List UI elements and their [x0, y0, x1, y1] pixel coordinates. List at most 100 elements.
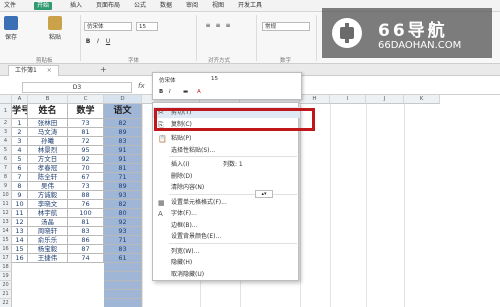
table-cell[interactable]: 吴伟	[28, 182, 68, 191]
table-cell[interactable]: 李晓文	[28, 200, 68, 209]
row-header[interactable]: 18	[0, 263, 12, 272]
table-cell[interactable]: 方诚毅	[28, 191, 68, 200]
table-cell[interactable]: 82	[104, 119, 142, 128]
table-cell[interactable]: 88	[68, 191, 104, 200]
table-cell[interactable]: 15	[12, 245, 28, 254]
menu-item[interactable]: 边框(B)...	[153, 220, 300, 231]
table-cell[interactable]: 马文涛	[28, 128, 68, 137]
table-cell[interactable]: 11	[12, 209, 28, 218]
column-header-H[interactable]: H	[300, 95, 330, 104]
column-header-C[interactable]: C	[68, 95, 104, 104]
column-header-A[interactable]: A	[12, 95, 28, 104]
column-header-I[interactable]: I	[330, 95, 366, 104]
table-cell[interactable]: 71	[104, 236, 142, 245]
tab-page-layout[interactable]: 页面布局	[96, 2, 120, 10]
mini-font-color-icon[interactable]: A	[197, 89, 201, 95]
table-cell[interactable]: 95	[68, 146, 104, 155]
menu-item[interactable]: 📋 粘贴(P)	[153, 133, 300, 144]
save-button[interactable]: 保存	[4, 16, 18, 41]
close-icon[interactable]: ×	[47, 67, 52, 74]
menu-item[interactable]: ▦ 设置单元格格式(F)...	[153, 197, 300, 208]
table-cell[interactable]: 72	[68, 137, 104, 146]
table-cell[interactable]: 杨宝毅	[28, 245, 68, 254]
menu-item[interactable]: 设置背景颜色(E)...	[153, 231, 300, 242]
header-cell-student-id[interactable]: 学号	[12, 104, 28, 119]
bold-button[interactable]: B	[84, 38, 92, 46]
row-header[interactable]: 9	[0, 182, 12, 191]
table-cell[interactable]: 10	[12, 200, 28, 209]
table-cell[interactable]: 91	[104, 146, 142, 155]
mini-italic-button[interactable]: I	[169, 89, 171, 95]
font-size-select[interactable]: 15	[136, 22, 158, 31]
table-cell[interactable]: 4	[12, 146, 28, 155]
table-cell[interactable]: 6	[12, 164, 28, 173]
mini-font-size[interactable]: 15	[211, 76, 218, 82]
mini-bold-button[interactable]: B	[159, 89, 163, 95]
table-cell[interactable]: 73	[68, 182, 104, 191]
column-count-stepper[interactable]: ▴▾	[255, 190, 273, 198]
row-header[interactable]: 19	[0, 272, 12, 281]
menu-item[interactable]: 取消隐藏(U)	[153, 269, 300, 280]
table-cell[interactable]: 3	[12, 137, 28, 146]
table-cell[interactable]: 5	[12, 155, 28, 164]
table-cell[interactable]: 81	[104, 164, 142, 173]
table-cell[interactable]: 61	[104, 254, 142, 263]
header-cell-name[interactable]: 姓名	[28, 104, 68, 119]
table-cell[interactable]: 7	[12, 173, 28, 182]
table-cell[interactable]: 2	[12, 128, 28, 137]
table-cell[interactable]: 9	[12, 191, 28, 200]
select-all-corner[interactable]	[0, 95, 12, 104]
tab-file[interactable]: 文件	[4, 2, 16, 10]
align-right-icon[interactable]: ≡	[224, 22, 232, 30]
row-header[interactable]: 17	[0, 254, 12, 263]
table-cell[interactable]: 张林田	[28, 119, 68, 128]
table-cell[interactable]: 孙曦	[28, 137, 68, 146]
tab-data[interactable]: 数据	[160, 2, 172, 10]
table-cell[interactable]: 王捷伟	[28, 254, 68, 263]
mini-fill-color-icon[interactable]: ▬	[183, 89, 188, 95]
table-cell[interactable]: 16	[12, 254, 28, 263]
table-cell[interactable]: 林景烈	[28, 146, 68, 155]
table-cell[interactable]: 80	[104, 209, 142, 218]
table-cell[interactable]: 73	[68, 119, 104, 128]
table-cell[interactable]: 14	[12, 236, 28, 245]
name-box[interactable]: D3	[22, 82, 132, 93]
italic-button[interactable]: I	[94, 38, 102, 46]
mini-font-name[interactable]: 仿宋体	[159, 76, 176, 84]
row-header[interactable]: 10	[0, 191, 12, 200]
row-header[interactable]: 2	[0, 119, 12, 128]
row-header[interactable]: 8	[0, 173, 12, 182]
table-cell[interactable]: 83	[68, 227, 104, 236]
row-header[interactable]: 12	[0, 209, 12, 218]
table-cell[interactable]: 93	[104, 191, 142, 200]
tab-home[interactable]: 开始	[34, 2, 53, 10]
table-cell[interactable]	[104, 281, 142, 290]
row-header[interactable]: 16	[0, 245, 12, 254]
table-cell[interactable]: 周晓轩	[28, 227, 68, 236]
table-cell[interactable]	[104, 290, 142, 299]
table-cell[interactable]: 86	[68, 236, 104, 245]
menu-item[interactable]: A 字体(F)...	[153, 208, 300, 219]
table-cell[interactable]: 70	[68, 164, 104, 173]
row-header[interactable]: 3	[0, 128, 12, 137]
table-cell[interactable]: 陈全轩	[28, 173, 68, 182]
table-cell[interactable]: 俞乐乐	[28, 236, 68, 245]
row-header[interactable]: 6	[0, 155, 12, 164]
table-cell[interactable]: 87	[68, 245, 104, 254]
document-tab[interactable]: 工作簿1 ×	[8, 65, 59, 76]
row-header[interactable]: 5	[0, 146, 12, 155]
paste-button[interactable]: 粘贴	[48, 16, 62, 41]
tab-insert[interactable]: 插入	[70, 2, 82, 10]
table-cell[interactable]: 83	[104, 245, 142, 254]
menu-item[interactable]: 选择性粘贴(S)...	[153, 145, 300, 156]
number-format-select[interactable]: 常规	[262, 22, 310, 31]
row-header[interactable]: 15	[0, 236, 12, 245]
table-cell[interactable]: 71	[104, 173, 142, 182]
row-header[interactable]: 14	[0, 227, 12, 236]
table-cell[interactable]: 74	[68, 254, 104, 263]
add-tab-icon[interactable]: +	[100, 65, 107, 74]
row-header[interactable]: 7	[0, 164, 12, 173]
tab-view[interactable]: 视图	[212, 2, 224, 10]
column-header-B[interactable]: B	[28, 95, 68, 104]
column-header-J[interactable]: J	[366, 95, 404, 104]
